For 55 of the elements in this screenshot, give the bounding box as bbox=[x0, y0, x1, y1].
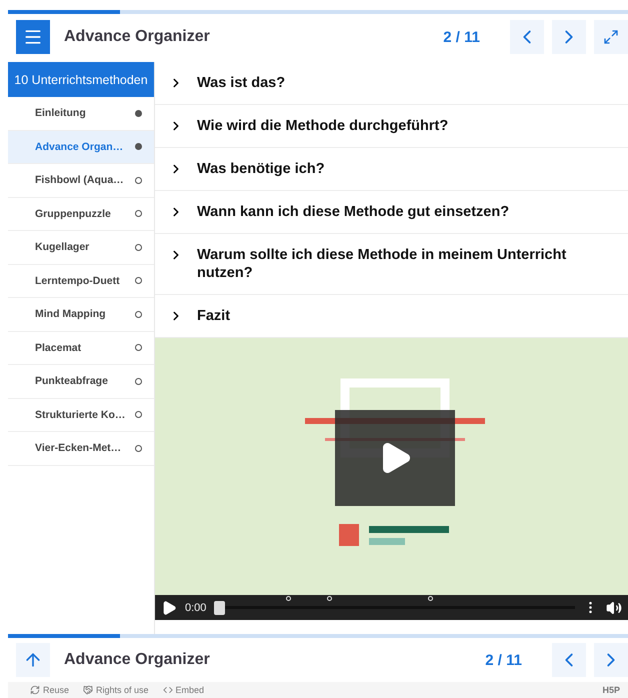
next-button[interactable] bbox=[552, 20, 586, 54]
accordion-title: Wie wird die Methode durchgeführt? bbox=[197, 117, 448, 135]
sidebar-item-label: Einleitung bbox=[35, 107, 87, 120]
sidebar-heading: 10 Unterrichtsmethoden bbox=[8, 62, 154, 97]
accordion-header[interactable]: Was benötige ich? bbox=[155, 148, 628, 191]
fullscreen-icon bbox=[603, 29, 619, 45]
sidebar-item-label: Punkteabfrage bbox=[35, 375, 109, 388]
sidebar-item[interactable]: Strukturierte Ko… bbox=[8, 398, 154, 432]
sidebar-item-label: Placemat bbox=[35, 342, 82, 354]
accordion-title: Fazit bbox=[197, 307, 230, 325]
refresh-icon bbox=[30, 685, 40, 695]
menu-button[interactable] bbox=[16, 20, 50, 54]
sidebar-item-label: Mind Mapping bbox=[35, 308, 107, 320]
footer-link[interactable]: Reuse bbox=[30, 685, 70, 695]
next-button[interactable] bbox=[594, 643, 628, 677]
accordion-header[interactable]: Was ist das? bbox=[155, 62, 628, 105]
code-icon bbox=[162, 685, 173, 695]
accordion-header[interactable]: Wann kann ich diese Methode gut einsetzen? bbox=[155, 191, 628, 234]
accordion-header[interactable]: Wie wird die Methode durchgeführt? bbox=[155, 105, 628, 148]
footer-link[interactable]: Embed bbox=[162, 685, 204, 695]
accordion-header[interactable]: Warum sollte ich diese Methode in meinem Unterricht nutzen? bbox=[155, 234, 628, 295]
scroll-up-button[interactable] bbox=[16, 643, 50, 677]
play-button[interactable] bbox=[335, 410, 455, 506]
sidebar-item-label: Vier-Ecken-Met… bbox=[35, 442, 122, 454]
video-time: 0:00 bbox=[185, 602, 206, 614]
logo: H5P bbox=[602, 685, 620, 695]
seek-handle[interactable] bbox=[214, 600, 226, 614]
sidebar-item-label: Strukturierte Ko… bbox=[35, 408, 126, 421]
sidebar-item-label: Fishbowl (Aqua… bbox=[35, 174, 125, 186]
sidebar-item-label: Advance Organ… bbox=[35, 140, 124, 153]
sidebar-item[interactable]: Advance Organ… bbox=[8, 130, 154, 164]
play-icon[interactable] bbox=[161, 600, 177, 616]
sidebar-item-label: Kugellager bbox=[35, 241, 90, 254]
previous-button[interactable] bbox=[552, 643, 586, 677]
volume-icon[interactable] bbox=[606, 600, 622, 616]
sidebar-item[interactable]: Gruppenpuzzle bbox=[8, 198, 154, 231]
sidebar-item-label: Lerntempo-Duett bbox=[35, 274, 121, 287]
previous-button[interactable] bbox=[510, 20, 544, 54]
page-counter: 2 / 11 bbox=[485, 652, 522, 668]
accordion-title: Was ist das? bbox=[197, 74, 286, 92]
fullscreen-button[interactable] bbox=[594, 20, 628, 54]
sidebar-item[interactable]: Lerntempo-Duett bbox=[8, 264, 154, 298]
footer-link[interactable]: Rights of use bbox=[83, 685, 149, 695]
page-title: Advance Organizer bbox=[64, 28, 211, 46]
marker-icon bbox=[327, 596, 332, 601]
handshake-icon bbox=[83, 685, 94, 695]
accordion-title: Wann kann ich diese Methode gut einsetzen? bbox=[197, 203, 510, 221]
marker-icon bbox=[286, 596, 292, 601]
page-title: Advance Organizer bbox=[64, 651, 211, 669]
sidebar-item[interactable]: Placemat bbox=[8, 332, 154, 365]
accordion-title: Was benötige ich? bbox=[197, 160, 325, 178]
sidebar-item-label: Gruppenpuzzle bbox=[35, 208, 112, 220]
page-counter: 2 / 11 bbox=[443, 28, 480, 46]
marker-icon bbox=[428, 596, 434, 601]
accordion-title: Warum sollte ich diese Methode in meinem Unterricht nutzen? bbox=[197, 246, 568, 282]
